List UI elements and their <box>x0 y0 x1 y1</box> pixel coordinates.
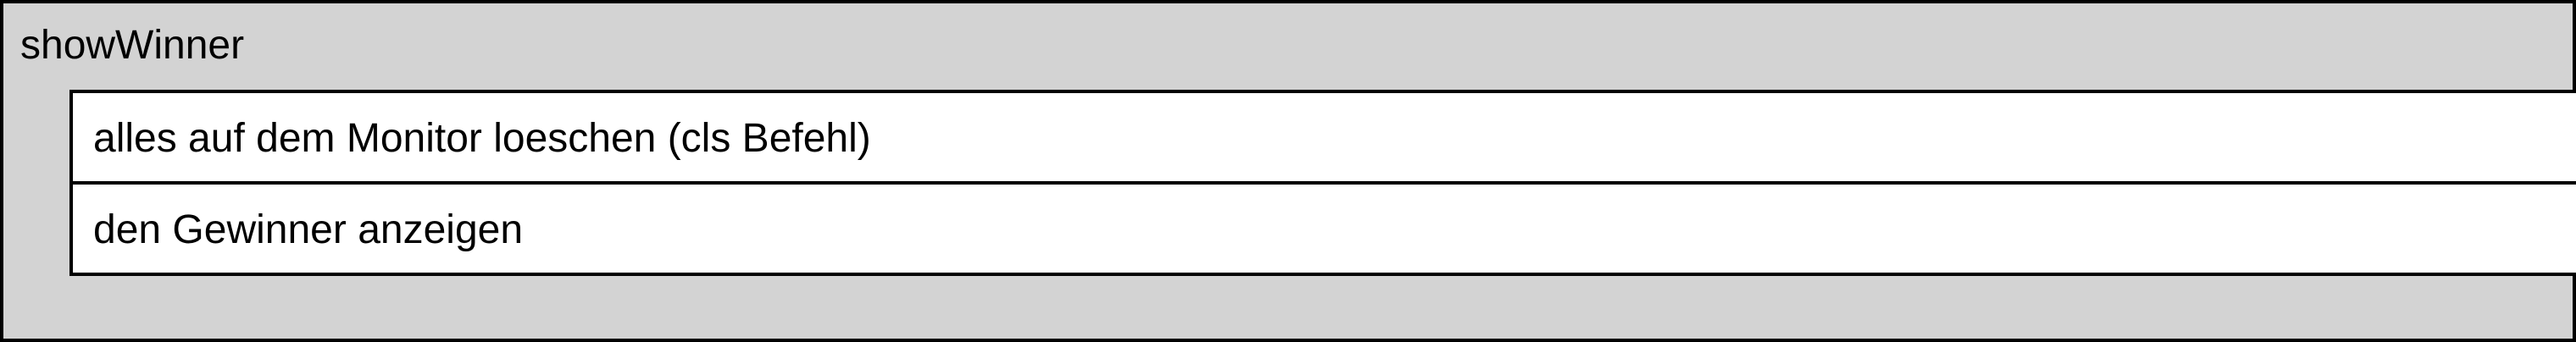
step-box: alles auf dem Monitor loeschen (cls Befe… <box>73 93 2576 185</box>
block-title: showWinner <box>20 23 245 68</box>
step-label: alles auf dem Monitor loeschen (cls Befe… <box>93 116 871 161</box>
struktogramm-block: showWinner alles auf dem Monitor loesche… <box>0 0 2576 342</box>
sequence-steps: alles auf dem Monitor loeschen (cls Befe… <box>69 90 2576 276</box>
step-label: den Gewinner anzeigen <box>93 207 524 252</box>
step-box: den Gewinner anzeigen <box>73 185 2576 276</box>
